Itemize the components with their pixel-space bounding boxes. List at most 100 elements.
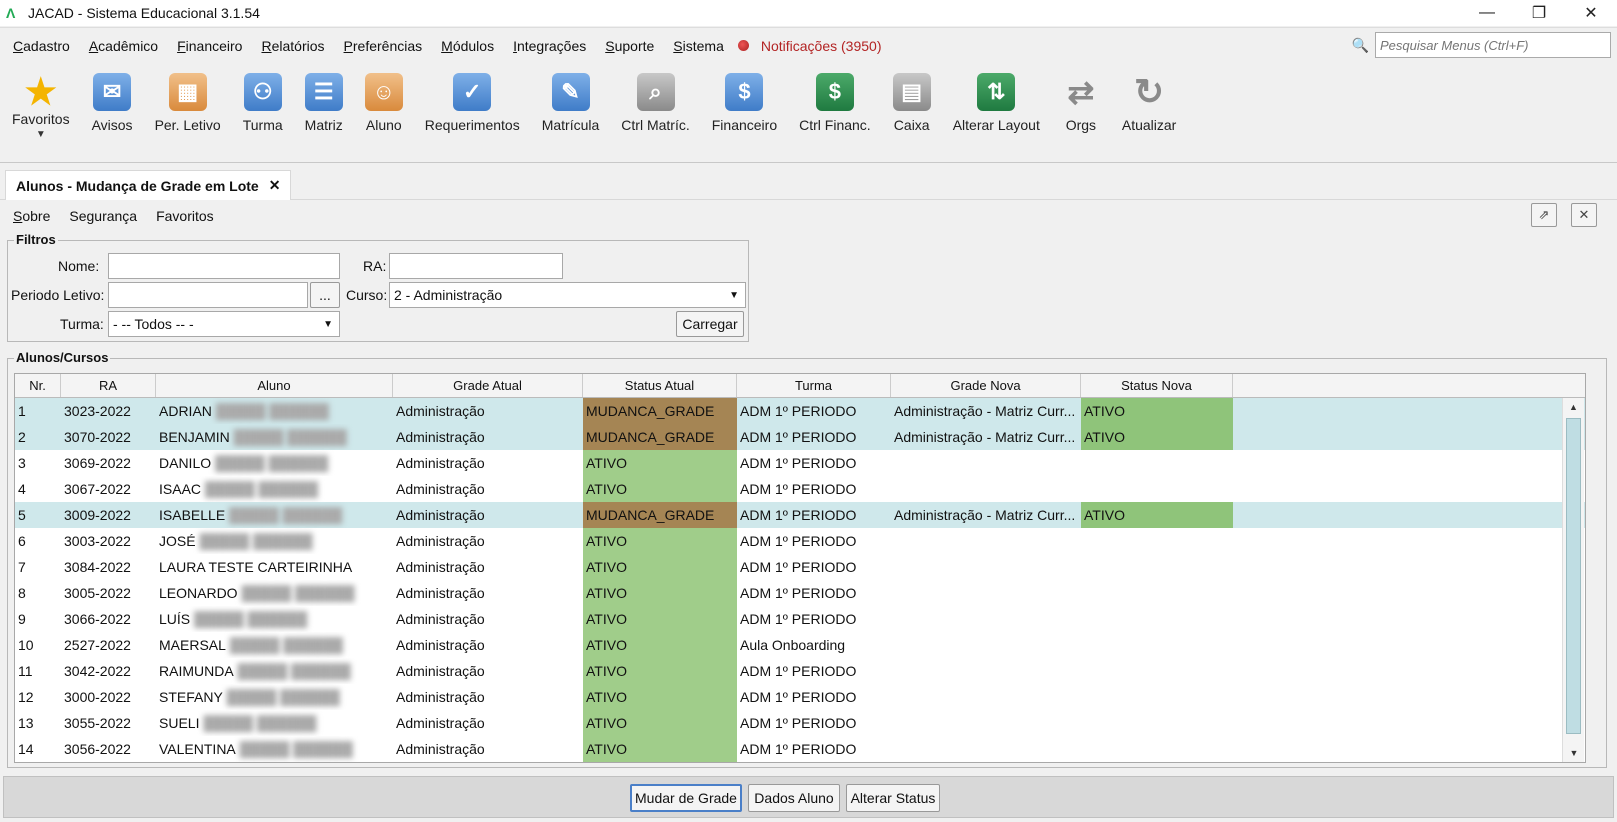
toolbar-favoritos-button[interactable]: ★ Favoritos ▼ [12, 63, 70, 140]
matrix-icon: ☰ [304, 73, 343, 111]
student-first-name: LAURA TESTE CARTEIRINHA [159, 559, 353, 575]
toolbar-ctrl-financ-button[interactable]: $ Ctrl Financ. [799, 63, 871, 133]
col-turma[interactable]: Turma [737, 374, 891, 397]
turma-select[interactable]: - -- Todos -- - [108, 311, 340, 337]
col-status-nova[interactable]: Status Nova [1081, 374, 1233, 397]
col-nr[interactable]: Nr. [15, 374, 61, 397]
cell-turma: ADM 1º PERIODO [740, 481, 857, 497]
notifications-link[interactable]: Notificações (3950) [737, 38, 882, 54]
cell-nr: 3 [18, 455, 26, 471]
minimize-icon[interactable]: — [1461, 0, 1513, 26]
table-row[interactable]: 5 3009-2022 ISABELLE █████ ██████ Administra… [15, 502, 1585, 528]
menu-sistema[interactable]: Sistema [673, 38, 724, 54]
search-input[interactable] [1375, 32, 1611, 58]
toolbar-avisos-button[interactable]: ✉ Avisos [92, 63, 133, 133]
table-row[interactable]: 14 3056-2022 VALENTINA █████ ██████ Administ… [15, 736, 1585, 762]
cell-grade-nova [891, 632, 1081, 658]
student-first-name: MAERSAL [159, 637, 226, 653]
cell-aluno: BENJAMIN █████ ██████ [156, 424, 393, 450]
student-first-name: ISAAC [159, 481, 202, 497]
periodo-field[interactable] [108, 282, 308, 308]
toolbar-caixa-button[interactable]: ▤ Caixa [892, 63, 931, 133]
submenu-seguranca[interactable]: Segurança [69, 208, 137, 224]
toolbar-ctrl-matric-button[interactable]: ⌕ Ctrl Matríc. [621, 63, 690, 133]
toolbar-label: Alterar Layout [952, 117, 1040, 133]
table-row[interactable]: 6 3003-2022 JOSÉ █████ ██████ Administração A… [15, 528, 1585, 554]
student-first-name: JOSÉ [159, 533, 196, 549]
scroll-thumb[interactable] [1566, 418, 1581, 734]
toolbar-label: Per. Letivo [154, 117, 221, 133]
cell-nr: 8 [18, 585, 26, 601]
cell-turma: ADM 1º PERIODO [740, 611, 857, 627]
menu-relatorios[interactable]: Relatórios [261, 38, 324, 54]
toolbar-matriz-button[interactable]: ☰ Matriz [305, 63, 343, 133]
table-row[interactable]: 11 3042-2022 RAIMUNDA █████ ██████ Administr… [15, 658, 1585, 684]
calendar-icon: ▦ [168, 73, 207, 111]
table-row[interactable]: 9 3066-2022 LUÍS █████ ██████ Administração A… [15, 606, 1585, 632]
scroll-up-icon[interactable]: ▲ [1563, 398, 1584, 416]
table-row[interactable]: 10 2527-2022 MAERSAL █████ ██████ Administra… [15, 632, 1585, 658]
toolbar-aluno-button[interactable]: ☺ Aluno [364, 63, 403, 133]
curso-select[interactable]: 2 - Administração [389, 282, 746, 308]
menu-academico[interactable]: Acadêmico [89, 38, 158, 54]
table-row[interactable]: 7 3084-2022 LAURA TESTE CARTEIRINHA Adminis… [15, 554, 1585, 580]
dados-aluno-button[interactable]: Dados Aluno [748, 784, 840, 812]
redacted-surname: █████ ██████ [237, 663, 351, 679]
ra-field[interactable] [389, 253, 563, 279]
col-aluno[interactable]: Aluno [156, 374, 393, 397]
submenu-sobre[interactable]: Sobre [13, 208, 50, 224]
finance-icon: $ [725, 73, 764, 111]
toolbar-atualizar-button[interactable]: ↻ Atualizar [1122, 63, 1176, 133]
menu-preferencias[interactable]: Preferências [344, 38, 423, 54]
toolbar-financeiro-button[interactable]: $ Financeiro [712, 63, 777, 133]
vertical-scrollbar[interactable]: ▲ ▼ [1562, 398, 1584, 762]
col-ra[interactable]: RA [61, 374, 156, 397]
toolbar-label: Matriz [304, 117, 343, 133]
menu-integracoes[interactable]: Integrações [513, 38, 586, 54]
toolbar-requerimentos-button[interactable]: ✓ Requerimentos [425, 63, 520, 133]
col-status-atual[interactable]: Status Atual [583, 374, 737, 397]
cell-status-atual: ATIVO [583, 710, 737, 736]
close-window-icon[interactable]: ✕ [1565, 0, 1617, 26]
toolbar-per-letivo-button[interactable]: ▦ Per. Letivo [155, 63, 221, 133]
cell-nr: 13 [18, 715, 34, 731]
tab-strip: Alunos - Mudança de Grade em Lote ✕ [0, 164, 1617, 200]
table-row[interactable]: 4 3067-2022 ISAAC █████ ██████ Administração… [15, 476, 1585, 502]
table-row[interactable]: 2 3070-2022 BENJAMIN █████ ██████ Administra… [15, 424, 1585, 450]
cell-status-atual: ATIVO [583, 606, 737, 632]
nome-field[interactable] [108, 253, 340, 279]
table-row[interactable]: 12 3000-2022 STEFANY █████ ██████ Administra… [15, 684, 1585, 710]
menu-search: 🔍 [1352, 32, 1611, 58]
tab-mudanca-grade[interactable]: Alunos - Mudança de Grade em Lote ✕ [5, 170, 292, 200]
redacted-surname: █████ ██████ [205, 481, 319, 497]
carregar-button[interactable]: Carregar [676, 311, 744, 337]
menu-cadastro[interactable]: Cadastro [13, 38, 70, 54]
menu-financeiro[interactable]: Financeiro [177, 38, 242, 54]
col-grade-atual[interactable]: Grade Atual [393, 374, 583, 397]
cell-status-atual: ATIVO [583, 684, 737, 710]
periodo-lookup-button[interactable]: ... [310, 282, 340, 308]
table-row[interactable]: 1 3023-2022 ADRIAN █████ ██████ Administraçã… [15, 398, 1585, 424]
toolbar-alterar-layout-button[interactable]: ⇅ Alterar Layout [953, 63, 1040, 133]
close-tab-icon[interactable]: ✕ [269, 177, 281, 194]
table-row[interactable]: 8 3005-2022 LEONARDO █████ ██████ Administra… [15, 580, 1585, 606]
close-panel-icon[interactable]: ✕ [1571, 203, 1597, 227]
restore-icon[interactable]: ❐ [1513, 0, 1565, 26]
cell-nr: 9 [18, 611, 26, 627]
submenu-favoritos[interactable]: Favoritos [156, 208, 214, 224]
col-grade-nova[interactable]: Grade Nova [891, 374, 1081, 397]
cell-turma: ADM 1º PERIODO [740, 507, 857, 523]
toolbar-orgs-button[interactable]: ⇄ Orgs [1062, 63, 1100, 133]
scroll-down-icon[interactable]: ▼ [1563, 744, 1585, 762]
swap-arrows-icon: ⇄ [1067, 74, 1095, 110]
menu-suporte[interactable]: Suporte [605, 38, 654, 54]
table-row[interactable]: 3 3069-2022 DANILO █████ ██████ Administraçã… [15, 450, 1585, 476]
external-window-icon[interactable]: ⇗ [1531, 203, 1557, 227]
toolbar-turma-button[interactable]: ⚇ Turma [243, 63, 283, 133]
table-row[interactable]: 13 3055-2022 SUELI █████ ██████ Administraçã… [15, 710, 1585, 736]
menu-modulos[interactable]: Módulos [441, 38, 494, 54]
toolbar-matricula-button[interactable]: ✎ Matrícula [542, 63, 599, 133]
cell-status-atual: ATIVO [583, 658, 737, 684]
mudar-grade-button[interactable]: Mudar de Grade [630, 784, 742, 812]
alterar-status-button[interactable]: Alterar Status [846, 784, 940, 812]
